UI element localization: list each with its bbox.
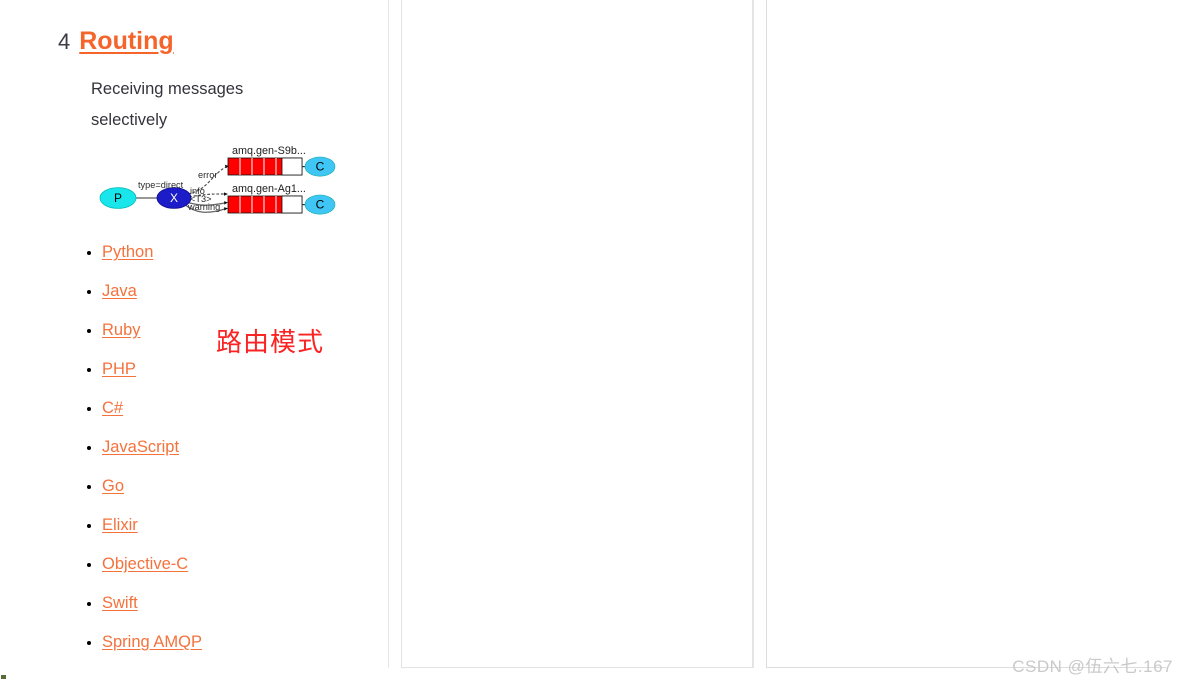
svg-text:C: C — [316, 198, 325, 212]
queue-box-1 — [227, 157, 303, 176]
queue-1-name: amq.gen-S9b... — [232, 145, 306, 157]
lang-list: Python Java Ruby PHP C# JavaScript Go El… — [80, 233, 310, 662]
language-list-routing: Python Java Ruby PHP C# JavaScript Go El… — [80, 233, 310, 662]
binding-key-warning: warning — [187, 202, 220, 212]
lang-link[interactable]: Ruby — [102, 321, 141, 339]
column-gap-1 — [388, 0, 401, 680]
queue-box-2 — [227, 195, 303, 214]
column-divider-1 — [388, 0, 389, 668]
subtitle-line-2: selectively — [91, 111, 168, 129]
lang-link[interactable]: Spring AMQP — [102, 633, 202, 651]
three-column-layout: 4 Routing Receiving messages selectively — [0, 0, 1181, 680]
queue-2-name: amq.gen-Ag1... — [232, 183, 306, 195]
section-subtitle: Receiving messages selectively — [91, 74, 243, 136]
lang-link[interactable]: Python — [102, 243, 153, 261]
lang-link[interactable]: Elixir — [102, 516, 138, 534]
list-item: Java — [102, 272, 310, 311]
section-number: 4 — [58, 29, 71, 54]
binding-key-error: error — [198, 170, 217, 180]
lang-link[interactable]: Objective-C — [102, 555, 188, 573]
list-item: Python — [102, 233, 310, 272]
list-item: JavaScript — [102, 428, 310, 467]
list-item: Objective-C — [102, 545, 310, 584]
watermark: CSDN @伍六七.167 — [1012, 657, 1173, 676]
lang-link[interactable]: Swift — [102, 594, 138, 612]
lang-link[interactable]: Java — [102, 282, 137, 300]
section-title-link[interactable]: Routing — [79, 29, 173, 54]
corner-artifact — [1, 675, 6, 679]
column-topics: 5 Topics Receiving messages based on a p… — [401, 0, 1102, 668]
column-gap-2 — [753, 0, 766, 680]
subtitle-line-1: Receiving messages — [91, 80, 244, 98]
column-routing: 4 Routing Receiving messages selectively — [0, 0, 388, 680]
list-item: Go — [102, 467, 310, 506]
svg-text:C: C — [316, 160, 325, 174]
list-item: Swift — [102, 584, 310, 623]
exchange-label: X — [170, 191, 178, 205]
producer-label: P — [114, 191, 122, 205]
column-rpc: 6 RPC Request/reply pattern example — [766, 0, 1166, 668]
lang-link[interactable]: C# — [102, 399, 123, 417]
annotation-routing: 路由模式 — [216, 327, 325, 357]
lang-link[interactable]: JavaScript — [102, 438, 179, 456]
lang-link[interactable]: PHP — [102, 360, 136, 378]
lang-link[interactable]: Go — [102, 477, 124, 495]
heading-routing: 4 Routing — [58, 29, 174, 54]
list-item: Elixir — [102, 506, 310, 545]
list-item: C# — [102, 389, 310, 428]
column-divider-2 — [753, 0, 754, 668]
exchange-type-label: type=direct — [138, 180, 184, 190]
list-item: Spring AMQP — [102, 623, 310, 662]
routing-diagram: P X amq.gen-S9b... amq.gen-Ag1... error … — [84, 136, 336, 226]
